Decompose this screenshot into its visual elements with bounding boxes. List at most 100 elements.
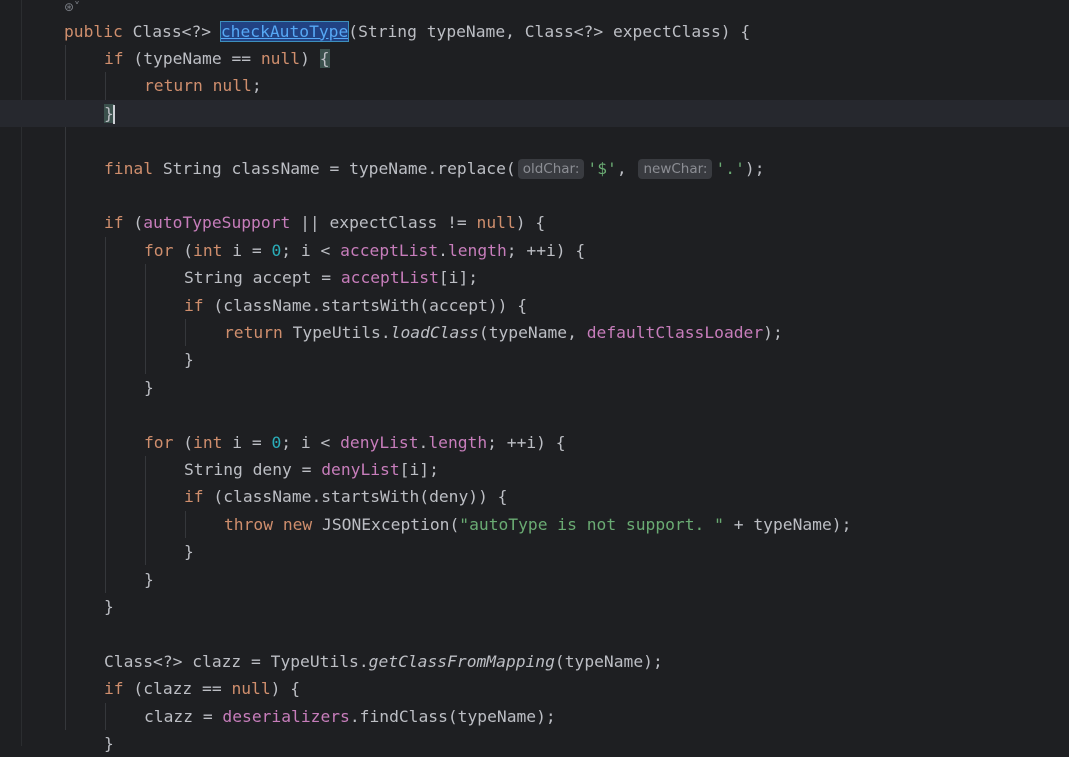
code-line[interactable]: } <box>0 100 1069 127</box>
code-token[interactable]: length <box>428 433 487 452</box>
code-token[interactable]: , <box>617 159 637 178</box>
code-token[interactable]: [i]; <box>439 268 478 287</box>
code-token[interactable]: ; ++i) { <box>507 241 585 260</box>
code-line[interactable] <box>0 127 1069 154</box>
code-line[interactable]: Class<?> clazz = TypeUtils.getClassFromM… <box>0 648 1069 675</box>
code-token[interactable]: } <box>184 542 194 561</box>
code-line[interactable]: if (autoTypeSupport || expectClass != nu… <box>0 209 1069 236</box>
code-token[interactable]: (typeName == <box>133 49 260 68</box>
code-token[interactable]: 0 <box>271 433 281 452</box>
code-token[interactable]: + typeName); <box>724 515 852 534</box>
code-token[interactable]: JSONException( <box>322 515 459 534</box>
code-token[interactable]: } <box>184 350 194 369</box>
code-token[interactable]: 0 <box>271 241 281 260</box>
code-token[interactable]: .findClass(typeName); <box>350 707 556 726</box>
text-caret[interactable] <box>112 104 115 124</box>
code-token[interactable]: ) { <box>271 679 300 698</box>
code-token[interactable]: (typeName); <box>555 652 663 671</box>
code-token[interactable]: denyList <box>340 433 418 452</box>
code-token[interactable]: } <box>144 570 154 589</box>
code-line[interactable]: } <box>0 730 1069 757</box>
code-line[interactable]: } <box>0 593 1069 620</box>
code-line[interactable]: } <box>0 374 1069 401</box>
code-token[interactable]: return <box>224 323 293 342</box>
code-token[interactable]: if <box>104 213 133 232</box>
code-token[interactable]: if <box>104 49 133 68</box>
code-token[interactable]: ( <box>183 241 193 260</box>
code-line[interactable]: String deny = denyList[i]; <box>0 456 1069 483</box>
code-token[interactable]: (clazz == <box>133 679 231 698</box>
code-token[interactable]: ); <box>763 323 783 342</box>
code-token[interactable]: null <box>213 76 252 95</box>
code-line[interactable]: if (clazz == null) { <box>0 675 1069 702</box>
code-token[interactable]: String className = typeName.replace( <box>163 159 516 178</box>
code-token[interactable]: . <box>438 241 448 260</box>
code-token[interactable]: if <box>184 296 213 315</box>
code-token[interactable]: ; i < <box>281 241 340 260</box>
code-token[interactable]: || expectClass != <box>290 213 476 232</box>
code-token[interactable]: autoTypeSupport <box>143 213 290 232</box>
code-line[interactable]: throw new JSONException("autoType is not… <box>0 511 1069 538</box>
code-line[interactable]: public Class<?> checkAutoType(String typ… <box>0 18 1069 45</box>
code-line[interactable] <box>0 401 1069 428</box>
code-token[interactable]: { <box>319 48 330 68</box>
code-token[interactable]: for <box>144 433 183 452</box>
code-token[interactable]: public <box>64 22 133 41</box>
code-token[interactable]: Class<?> <box>133 22 221 41</box>
code-line[interactable]: return TypeUtils.loadClass(typeName, def… <box>0 319 1069 346</box>
code-line[interactable]: } <box>0 538 1069 565</box>
code-token[interactable]: defaultClassLoader <box>587 323 763 342</box>
code-token[interactable]: ; ++i) { <box>487 433 565 452</box>
code-token[interactable]: (String typeName, Class<?> expectClass) … <box>348 22 750 41</box>
code-token[interactable]: if <box>104 679 133 698</box>
code-token[interactable]: acceptList <box>340 241 438 260</box>
code-token[interactable]: loadClass <box>391 323 479 342</box>
code-token[interactable]: null <box>261 49 300 68</box>
code-token[interactable]: ) <box>300 49 320 68</box>
code-token[interactable]: (className.startsWith(deny)) { <box>213 487 507 506</box>
code-token[interactable]: clazz = <box>144 707 222 726</box>
code-token[interactable]: acceptList <box>341 268 439 287</box>
code-token[interactable]: ; <box>252 76 262 95</box>
code-token[interactable]: [i]; <box>400 460 439 479</box>
code-token[interactable]: ; i < <box>281 433 340 452</box>
code-token[interactable]: ); <box>745 159 765 178</box>
code-line[interactable]: clazz = deserializers.findClass(typeName… <box>0 703 1069 730</box>
code-token[interactable]: ( <box>183 433 193 452</box>
code-token[interactable]: } <box>104 734 114 753</box>
code-line[interactable]: final String className = typeName.replac… <box>0 155 1069 182</box>
code-line[interactable]: } <box>0 346 1069 373</box>
fold-icon[interactable]: ⊛˅ <box>64 0 80 17</box>
code-token[interactable]: int <box>193 241 232 260</box>
code-token[interactable]: i = <box>232 241 271 260</box>
code-token[interactable]: final <box>104 159 163 178</box>
code-token[interactable]: null <box>231 679 270 698</box>
code-token[interactable]: i = <box>232 433 271 452</box>
code-line[interactable]: for (int i = 0; i < acceptList.length; +… <box>0 237 1069 264</box>
code-line[interactable] <box>0 620 1069 647</box>
code-line[interactable]: return null; <box>0 72 1069 99</box>
code-token[interactable]: deserializers <box>222 707 349 726</box>
code-token[interactable]: } <box>104 597 114 616</box>
code-token[interactable]: length <box>448 241 507 260</box>
code-token[interactable]: } <box>144 378 154 397</box>
code-token[interactable]: . <box>419 433 429 452</box>
code-token[interactable]: String accept = <box>184 268 341 287</box>
code-line[interactable]: } <box>0 566 1069 593</box>
code-token[interactable]: for <box>144 241 183 260</box>
code-token[interactable]: '.' <box>715 159 744 178</box>
code-token[interactable]: String deny = <box>184 460 321 479</box>
code-token[interactable]: new <box>283 515 322 534</box>
code-token[interactable]: null <box>477 213 516 232</box>
code-line[interactable]: String accept = acceptList[i]; <box>0 264 1069 291</box>
code-token[interactable]: getClassFromMapping <box>369 652 555 671</box>
code-line[interactable]: if (className.startsWith(accept)) { <box>0 292 1069 319</box>
code-token[interactable]: "autoType is not support. " <box>459 515 724 534</box>
code-token[interactable]: Class<?> clazz = TypeUtils. <box>104 652 369 671</box>
code-line[interactable]: if (className.startsWith(deny)) { <box>0 483 1069 510</box>
code-token[interactable]: int <box>193 433 232 452</box>
code-token[interactable]: return <box>144 76 213 95</box>
code-token[interactable]: denyList <box>321 460 399 479</box>
code-token[interactable]: (typeName, <box>479 323 587 342</box>
code-token[interactable]: throw <box>224 515 283 534</box>
